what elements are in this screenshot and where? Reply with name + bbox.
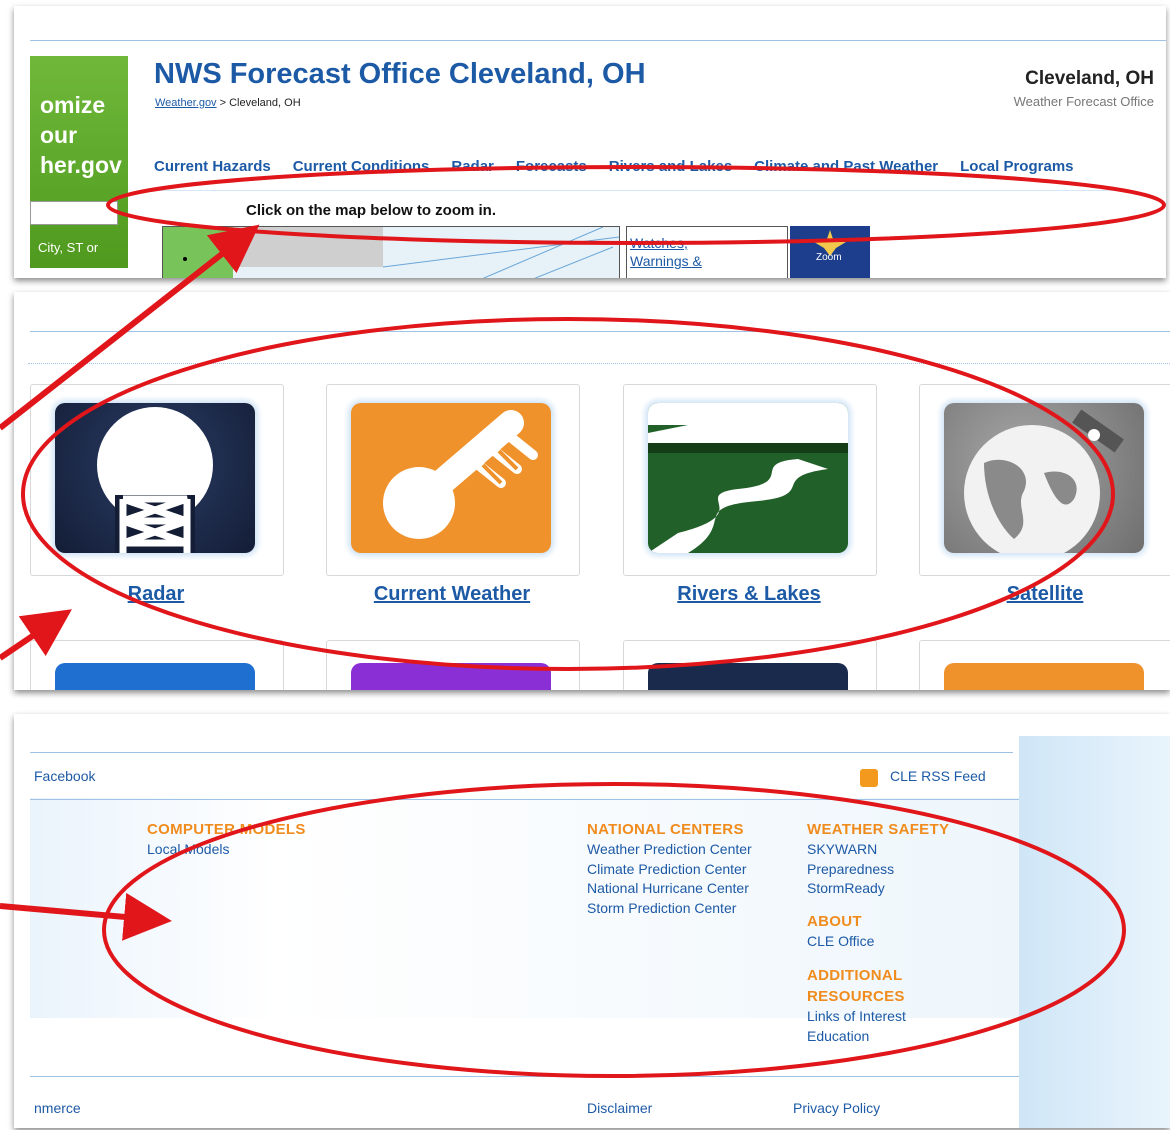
main-nav: Current Hazards Current Conditions Radar Fo… [154, 158, 1096, 176]
zoom-button[interactable]: Zoom [790, 226, 870, 278]
nhc-link[interactable]: National Hurricane Center [587, 878, 749, 898]
nav-climate[interactable]: Climate and Past Weather [754, 158, 938, 175]
tile-partial-image [55, 663, 255, 690]
location-input[interactable] [30, 201, 118, 225]
nav-radar[interactable]: Radar [451, 158, 494, 175]
tile-partial[interactable] [919, 640, 1170, 690]
footer-bottom-divider [30, 1076, 1019, 1077]
river-icon [648, 403, 848, 553]
resources-heading: RESOURCES [807, 988, 905, 1005]
footer-links-divider [30, 799, 1019, 800]
nav-local-programs[interactable]: Local Programs [960, 158, 1073, 175]
thermometer-icon [351, 403, 551, 553]
tile-label-current-weather[interactable]: Current Weather [326, 583, 578, 606]
national-centers-heading: NATIONAL CENTERS [587, 821, 744, 838]
tile-current-weather[interactable] [326, 384, 580, 576]
disclaimer-link[interactable]: Disclaimer [587, 1100, 652, 1116]
rss-icon [860, 769, 878, 787]
skywarn-link[interactable]: SKYWARN [807, 839, 877, 859]
commerce-link[interactable]: nmerce [34, 1100, 81, 1116]
map-hint: Click on the map below to zoom in. [246, 202, 497, 219]
preparedness-link[interactable]: Preparedness [807, 859, 894, 879]
hazard-map[interactable] [162, 226, 620, 278]
zoom-label: Zoom [816, 252, 842, 263]
page-title: NWS Forecast Office Cleveland, OH [154, 58, 646, 90]
tile-label-radar[interactable]: Radar [30, 583, 282, 606]
watches-warnings-link[interactable]: Watches, Warnings & [626, 226, 788, 278]
spc-link[interactable]: Storm Prediction Center [587, 898, 736, 918]
breadcrumb: Weather.gov > Cleveland, OH [155, 97, 301, 109]
breadcrumb-separator: > [216, 97, 230, 109]
tile-partial-image [944, 663, 1144, 690]
watch-text: Warnings & [630, 253, 702, 269]
tile-label-rivers-lakes[interactable]: Rivers & Lakes [623, 583, 875, 606]
nav-rivers-lakes[interactable]: Rivers and Lakes [609, 158, 732, 175]
weather-safety-heading: WEATHER SAFETY [807, 821, 950, 838]
computer-models-heading: COMPUTER MODELS [147, 821, 306, 838]
education-link[interactable]: Education [807, 1026, 869, 1046]
about-heading: ABOUT [807, 913, 862, 930]
footer-side-band [1019, 736, 1170, 1128]
tiles-dotted-divider [28, 363, 1170, 364]
cpc-link[interactable]: Climate Prediction Center [587, 859, 747, 879]
tile-radar[interactable] [30, 384, 284, 576]
tile-partial[interactable] [30, 640, 284, 690]
stormready-link[interactable]: StormReady [807, 878, 885, 898]
links-of-interest-link[interactable]: Links of Interest [807, 1006, 906, 1026]
promo-line: our [40, 122, 78, 148]
watch-text: Watches, [630, 235, 688, 251]
office-location-title: Cleveland, OH [1025, 68, 1154, 89]
footer-top-divider [30, 752, 1013, 753]
map-lines [183, 227, 619, 278]
nav-forecasts[interactable]: Forecasts [516, 158, 587, 175]
tile-partial-image [648, 663, 848, 690]
nav-divider [154, 190, 1126, 191]
rss-feed-link[interactable]: CLE RSS Feed [890, 768, 986, 784]
facebook-link[interactable]: Facebook [34, 768, 95, 784]
wpc-link[interactable]: Weather Prediction Center [587, 839, 752, 859]
tile-partial-image [351, 663, 551, 690]
breadcrumb-current: Cleveland, OH [229, 97, 301, 109]
tile-partial[interactable] [326, 640, 580, 690]
tiles-panel: Radar Current Weather Rivers & Lakes Sat… [14, 292, 1170, 690]
nav-current-hazards[interactable]: Current Hazards [154, 158, 271, 175]
office-subtitle: Weather Forecast Office [1013, 94, 1154, 109]
customize-promo[interactable]: omize our her.gov City, ST or [30, 56, 128, 268]
local-models-link[interactable]: Local Models [147, 839, 230, 859]
cle-office-link[interactable]: CLE Office [807, 931, 874, 951]
tiles-divider [30, 331, 1170, 332]
privacy-policy-link[interactable]: Privacy Policy [793, 1100, 880, 1116]
promo-line: her.gov [40, 152, 122, 178]
radar-tower-icon [55, 403, 255, 553]
tile-label-satellite[interactable]: Satellite [919, 583, 1170, 606]
additional-heading: ADDITIONAL [807, 967, 903, 984]
satellite-icon [944, 403, 1144, 553]
tile-rivers-lakes[interactable] [623, 384, 877, 576]
tile-satellite[interactable] [919, 384, 1170, 576]
breadcrumb-home-link[interactable]: Weather.gov [155, 97, 217, 109]
nav-current-conditions[interactable]: Current Conditions [293, 158, 430, 175]
header-divider [30, 40, 1166, 41]
header-panel: omize our her.gov City, ST or NWS Foreca… [14, 6, 1166, 278]
location-hint: City, ST or [38, 240, 99, 255]
promo-line: omize [40, 92, 106, 118]
tile-partial[interactable] [623, 640, 877, 690]
footer-panel: Facebook CLE RSS Feed COMPUTER MODELS Lo… [14, 714, 1170, 1128]
